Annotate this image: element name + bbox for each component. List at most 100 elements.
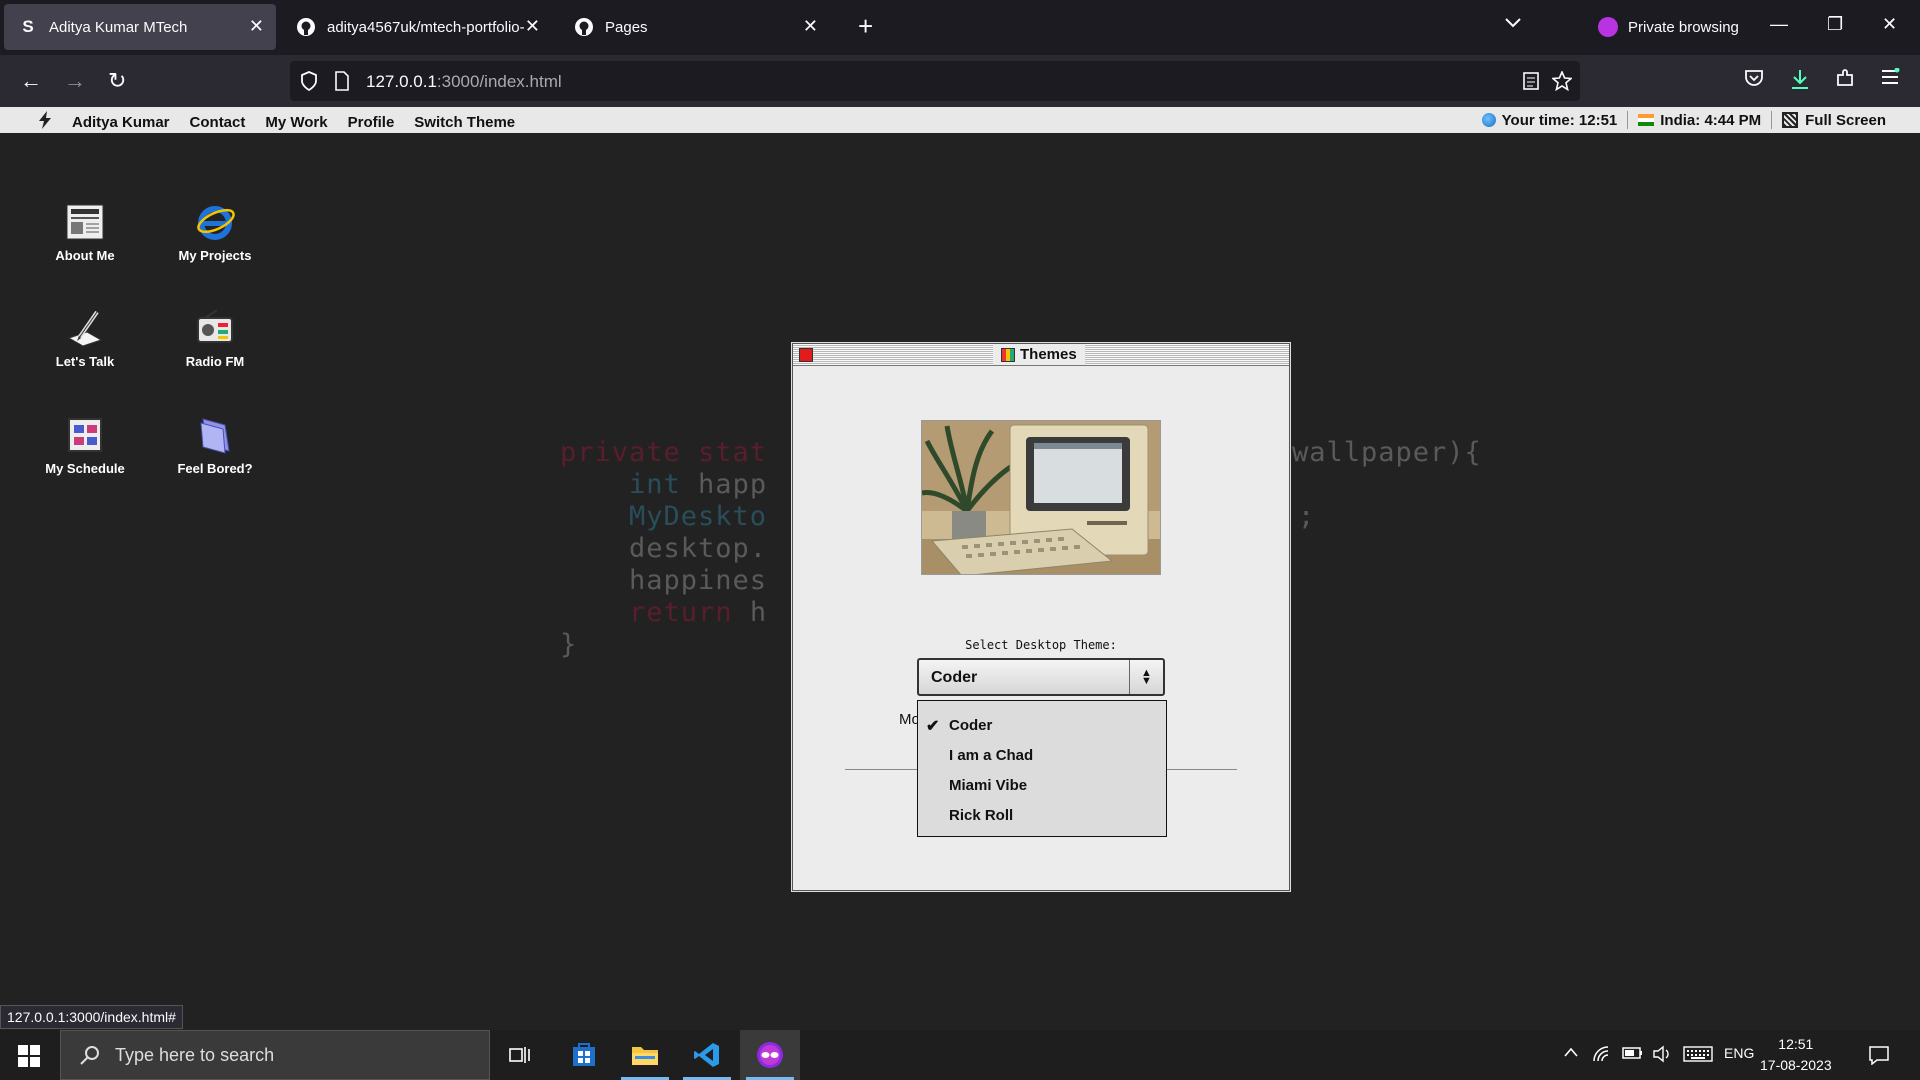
icon-label: My Schedule: [45, 461, 125, 476]
task-view-icon[interactable]: [490, 1030, 550, 1080]
chevron-down-icon[interactable]: [1504, 16, 1522, 34]
nav-bar: ← → ↻ 127.0.0.1:3000/index.html: [0, 55, 1920, 107]
pen-paper-icon: [65, 308, 105, 348]
code-line-3-end: ;: [1298, 501, 1316, 532]
keyboard-icon[interactable]: [1683, 1045, 1713, 1066]
tab-bar: S Aditya Kumar MTech ✕ aditya4567uk/mtec…: [0, 0, 1920, 55]
tab-title: aditya4567uk/mtech-portfolio-: [327, 18, 525, 36]
desktop-icon-lets-talk[interactable]: Let's Talk: [30, 308, 140, 369]
page-icon: [334, 71, 350, 96]
file-explorer-icon[interactable]: [615, 1030, 675, 1080]
reload-icon[interactable]: ↻: [108, 68, 126, 94]
bookmark-star-icon[interactable]: [1551, 69, 1573, 96]
tab-aditya-kumar[interactable]: S Aditya Kumar MTech ✕: [4, 4, 276, 50]
menu-profile[interactable]: Profile: [348, 114, 395, 131]
shield-icon[interactable]: [300, 71, 318, 96]
minimize-icon[interactable]: —: [1770, 14, 1788, 35]
pocket-icon[interactable]: [1744, 68, 1764, 93]
tab-title: Pages: [605, 18, 648, 36]
window-title: Themes: [993, 344, 1085, 365]
folder-icon: [195, 415, 235, 455]
code-line-6: return h: [560, 597, 768, 628]
close-tab-icon[interactable]: ✕: [249, 16, 264, 37]
bolt-icon[interactable]: [38, 111, 52, 133]
code-line-5: happines: [560, 565, 768, 596]
india-flag-icon: [1638, 114, 1655, 126]
private-browsing-label: Private browsing: [1628, 18, 1739, 36]
desktop-menu-bar: Aditya Kumar Contact My Work Profile Swi…: [0, 107, 1920, 133]
radio-icon: [195, 308, 235, 348]
code-line-2: int happ: [560, 469, 768, 500]
menu-brand[interactable]: Aditya Kumar: [72, 114, 170, 131]
taskbar-search-box[interactable]: Type here to search: [60, 1030, 490, 1080]
extensions-icon[interactable]: [1835, 68, 1855, 93]
desktop-icon-my-schedule[interactable]: My Schedule: [30, 415, 140, 476]
schedule-icon: [65, 415, 105, 455]
search-placeholder: Type here to search: [115, 1044, 275, 1065]
restore-icon[interactable]: ❐: [1827, 14, 1843, 35]
code-line-3: MyDeskto: [560, 501, 768, 532]
reader-view-icon[interactable]: [1522, 71, 1540, 96]
new-tab-button[interactable]: +: [858, 13, 873, 39]
checkmark-icon: ✔: [926, 718, 940, 735]
desktop-icon-feel-bored[interactable]: Feel Bored?: [160, 415, 270, 476]
volume-icon[interactable]: [1652, 1045, 1672, 1066]
code-line-1: private stat: [560, 437, 768, 468]
india-time-value: 4:44 PM: [1704, 111, 1762, 129]
language-indicator[interactable]: ENG: [1724, 1045, 1754, 1061]
wifi-icon[interactable]: [1592, 1045, 1612, 1066]
back-icon[interactable]: ←: [20, 68, 42, 94]
globe-icon: [1481, 113, 1496, 127]
themes-icon: [1001, 347, 1015, 362]
theme-option-rick-roll[interactable]: Rick Roll: [918, 800, 1166, 830]
menu-contact[interactable]: Contact: [190, 114, 246, 131]
chevron-up-icon[interactable]: [1563, 1045, 1579, 1061]
tab-github-repo[interactable]: aditya4567uk/mtech-portfolio- ✕: [282, 4, 552, 50]
code-line-7: }: [560, 629, 578, 660]
clock-time: 12:51: [1778, 1036, 1814, 1052]
code-line-4: desktop.: [560, 533, 768, 564]
taskbar: Type here to search ENG 12:51 17-08-2023: [0, 1030, 1920, 1080]
clock-date: 17-08-2023: [1760, 1057, 1832, 1073]
themes-window: Themes Select Desktop Theme: Coder ▲ ▼ M…: [792, 343, 1290, 891]
divider: [1771, 111, 1773, 129]
fullscreen-button[interactable]: Full Screen: [1805, 112, 1886, 129]
theme-option-miami-vibe[interactable]: Miami Vibe: [918, 770, 1166, 800]
forward-icon[interactable]: →: [64, 68, 86, 94]
url-bar[interactable]: 127.0.0.1:3000/index.html: [290, 61, 1580, 101]
theme-option-coder[interactable]: ✔ Coder: [918, 710, 1166, 740]
select-arrows-icon: ▲ ▼: [1129, 660, 1163, 694]
notifications-icon[interactable]: [1868, 1045, 1890, 1068]
taskbar-clock[interactable]: 12:51 17-08-2023: [1760, 1034, 1832, 1076]
menu-icon[interactable]: [1880, 67, 1900, 91]
firefox-private-icon[interactable]: [740, 1030, 800, 1080]
window-title-bar[interactable]: Themes: [793, 344, 1289, 366]
theme-select-value: Coder: [931, 669, 978, 686]
desktop-icon-radio-fm[interactable]: Radio FM: [160, 308, 270, 369]
windows-start-icon[interactable]: [18, 1045, 40, 1067]
private-mask-icon: [1598, 17, 1618, 37]
vscode-icon[interactable]: [677, 1030, 737, 1080]
theme-select[interactable]: Coder ▲ ▼: [917, 658, 1165, 696]
menu-my-work[interactable]: My Work: [265, 114, 327, 131]
theme-option-chad[interactable]: I am a Chad: [918, 740, 1166, 770]
desktop-icon-my-projects[interactable]: My Projects: [160, 202, 270, 263]
tab-pages[interactable]: Pages ✕: [560, 4, 830, 50]
close-tab-icon[interactable]: ✕: [525, 16, 540, 37]
window-close-icon[interactable]: ✕: [1882, 14, 1897, 35]
battery-icon[interactable]: [1622, 1045, 1644, 1064]
your-time-label: Your time:: [1501, 111, 1575, 129]
your-time-value: 12:51: [1578, 111, 1618, 129]
store-app-icon[interactable]: [554, 1030, 614, 1080]
url-text[interactable]: 127.0.0.1:3000/index.html: [366, 72, 562, 92]
divider: [1167, 769, 1237, 770]
menu-switch-theme[interactable]: Switch Theme: [414, 114, 515, 131]
icon-label: Feel Bored?: [177, 461, 253, 476]
internet-explorer-icon: [195, 202, 235, 242]
close-tab-icon[interactable]: ✕: [803, 16, 818, 37]
download-icon[interactable]: [1790, 68, 1810, 95]
window-close-button[interactable]: [799, 348, 813, 362]
fullscreen-icon: [1782, 112, 1799, 128]
desktop-icon-about-me[interactable]: About Me: [30, 202, 140, 263]
india-time-label: India:: [1660, 111, 1701, 129]
